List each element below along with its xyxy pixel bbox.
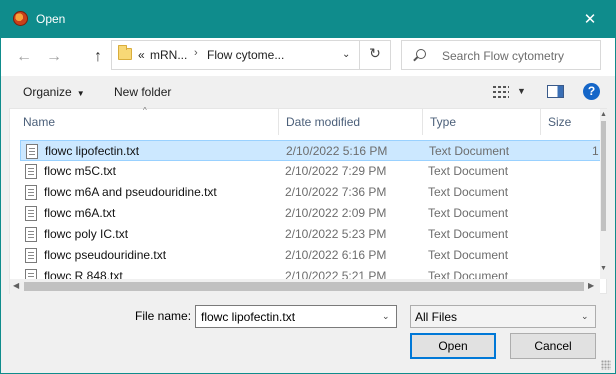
close-icon[interactable]: ✕ (567, 0, 613, 38)
open-dialog: Open ✕ ← → ↑ « mRN... › Flow cytome... ⌄… (0, 0, 616, 374)
file-name-cell: flowc m6A.txt (44, 206, 116, 220)
file-name-cell: flowc m6A and pseudouridine.txt (44, 185, 217, 199)
horizontal-scrollbar[interactable]: ◀ ▶ (10, 279, 600, 294)
new-folder-button[interactable]: New folder (114, 85, 171, 99)
type-cell: Text Document (428, 269, 509, 279)
date-modified-cell: 2/10/2022 7:36 PM (285, 185, 387, 199)
date-modified-cell: 2/10/2022 7:29 PM (285, 164, 387, 178)
search-placeholder: Search Flow cytometry (442, 49, 565, 63)
type-cell: Text Document (428, 248, 509, 262)
file-row[interactable]: flowc m6A.txt 2/10/2022 2:09 PM Text Doc… (20, 203, 600, 224)
text-document-icon (25, 269, 37, 279)
organize-label: Organize (23, 85, 72, 99)
file-row[interactable]: flowc m5C.txt 2/10/2022 7:29 PM Text Doc… (20, 161, 600, 182)
text-document-icon (25, 227, 37, 242)
column-header-date-modified[interactable]: Date modified (279, 109, 423, 135)
search-icon (416, 49, 426, 59)
breadcrumb-separator-icon[interactable]: › (194, 47, 198, 59)
text-document-icon (25, 185, 37, 200)
column-header-name[interactable]: Name (16, 109, 279, 135)
view-options-icon[interactable] (493, 86, 509, 98)
type-cell: Text Document (428, 206, 509, 220)
file-name-cell: flowc m5C.txt (44, 164, 117, 178)
app-icon (13, 11, 28, 26)
resize-grip-icon[interactable] (601, 360, 611, 370)
date-modified-cell: 2/10/2022 5:21 PM (285, 269, 387, 279)
back-arrow-icon[interactable]: ← (13, 46, 35, 68)
address-bar[interactable]: « mRN... › Flow cytome... ⌄ ↻ (111, 40, 391, 70)
scroll-up-icon[interactable]: ▲ (600, 111, 607, 118)
address-dropdown-icon[interactable]: ⌄ (342, 49, 350, 60)
type-cell: Text Document (428, 164, 509, 178)
search-input[interactable]: Search Flow cytometry (401, 40, 601, 70)
column-header-size[interactable]: Size (541, 109, 600, 135)
window-title: Open (36, 12, 66, 26)
date-modified-cell: 2/10/2022 5:23 PM (285, 227, 387, 241)
file-name-dropdown-icon[interactable]: ⌄ (382, 311, 390, 322)
date-modified-cell: 2/10/2022 2:09 PM (285, 206, 387, 220)
vertical-scrollbar[interactable]: ▲ ▼ (600, 109, 607, 279)
breadcrumb-mrna[interactable]: mRN... (150, 48, 187, 62)
file-name-cell: flowc lipofectin.txt (45, 144, 140, 158)
file-name-input[interactable]: flowc lipofectin.txt ⌄ (195, 305, 397, 328)
text-document-icon (25, 248, 37, 263)
scroll-left-icon[interactable]: ◀ (13, 281, 19, 290)
file-rows: flowc lipofectin.txt 2/10/2022 5:16 PM T… (10, 139, 600, 279)
file-type-value: All Files (415, 310, 458, 324)
column-header-type[interactable]: Type (423, 109, 541, 135)
address-prefix[interactable]: « (138, 48, 145, 62)
file-name-value[interactable]: flowc lipofectin.txt (201, 310, 295, 324)
dialog-body: Open ✕ ← → ↑ « mRN... › Flow cytome... ⌄… (1, 0, 615, 373)
file-type-select[interactable]: All Files ⌄ (410, 305, 596, 328)
forward-arrow-icon[interactable]: → (43, 46, 65, 68)
open-button[interactable]: Open (410, 333, 496, 359)
breadcrumb-flow-cytometry[interactable]: Flow cytome... (207, 48, 284, 62)
view-dropdown-icon[interactable]: ▼ (517, 86, 526, 96)
type-cell: Text Document (428, 185, 509, 199)
size-cell: 1 (592, 144, 599, 158)
type-cell: Text Document (428, 227, 509, 241)
folder-icon (118, 45, 132, 60)
file-row[interactable]: flowc m6A and pseudouridine.txt 2/10/202… (20, 182, 600, 203)
address-divider (359, 41, 360, 69)
refresh-icon[interactable]: ↻ (364, 45, 386, 65)
file-name-cell: flowc R 848.txt (44, 269, 123, 279)
file-row[interactable]: flowc poly IC.txt 2/10/2022 5:23 PM Text… (20, 224, 600, 245)
text-document-icon (25, 164, 37, 179)
type-cell: Text Document (429, 144, 510, 158)
title-bar[interactable]: Open ✕ (1, 0, 615, 38)
scroll-down-icon[interactable]: ▼ (600, 265, 607, 272)
file-list[interactable]: ^ Name Date modified Type Size flowc lip… (9, 106, 607, 294)
organize-button[interactable]: Organize ▼ (23, 85, 85, 99)
file-name-cell: flowc poly IC.txt (44, 227, 129, 241)
file-row[interactable]: flowc pseudouridine.txt 2/10/2022 6:16 P… (20, 245, 600, 266)
file-row[interactable]: flowc R 848.txt 2/10/2022 5:21 PM Text D… (20, 266, 600, 279)
up-arrow-icon[interactable]: ↑ (87, 46, 109, 68)
date-modified-cell: 2/10/2022 6:16 PM (285, 248, 387, 262)
scroll-right-icon[interactable]: ▶ (588, 281, 594, 290)
text-document-icon (26, 144, 38, 159)
text-document-icon (25, 206, 37, 221)
date-modified-cell: 2/10/2022 5:16 PM (286, 144, 388, 158)
navigation-bar: ← → ↑ « mRN... › Flow cytome... ⌄ ↻ Sear… (1, 38, 615, 76)
file-name-cell: flowc pseudouridine.txt (44, 248, 167, 262)
preview-pane-icon[interactable] (547, 85, 564, 98)
file-row[interactable]: flowc lipofectin.txt 2/10/2022 5:16 PM T… (20, 140, 600, 161)
file-name-label: File name: (135, 309, 192, 323)
help-icon[interactable]: ? (583, 83, 600, 100)
file-type-dropdown-icon[interactable]: ⌄ (581, 311, 589, 322)
organize-dropdown-icon: ▼ (76, 89, 85, 98)
vertical-scroll-thumb[interactable] (601, 121, 606, 231)
cancel-button[interactable]: Cancel (510, 333, 596, 359)
command-toolbar: Organize ▼ New folder ▼ ? (1, 76, 615, 108)
horizontal-scroll-thumb[interactable] (24, 282, 584, 291)
